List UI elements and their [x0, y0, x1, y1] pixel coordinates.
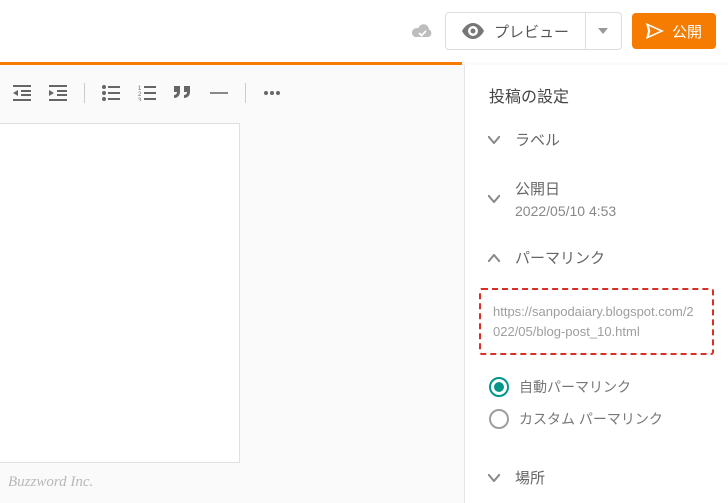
more-button[interactable]: [256, 77, 288, 109]
chevron-down-icon: [485, 474, 503, 482]
toolbar-separator: [245, 83, 246, 103]
indent-button[interactable]: [42, 77, 74, 109]
sidebar-title: 投稿の設定: [465, 83, 728, 115]
svg-text:3: 3: [138, 98, 142, 101]
label-text: ラベル: [515, 129, 708, 150]
preview-label: プレビュー: [494, 21, 569, 42]
chevron-down-icon: [485, 136, 503, 144]
sidebar-section-publishdate[interactable]: 公開日 2022/05/10 4:53: [465, 164, 728, 233]
chevron-down-icon: [485, 195, 503, 203]
publish-button[interactable]: 公開: [632, 13, 716, 49]
editor-canvas[interactable]: [0, 123, 240, 463]
sidebar-section-labels[interactable]: ラベル: [465, 115, 728, 164]
sidebar-section-permalink[interactable]: パーマリンク: [465, 233, 728, 282]
send-icon: [646, 23, 664, 39]
bullet-list-button[interactable]: [95, 77, 127, 109]
radio-selected-icon: [489, 377, 509, 397]
publish-date-value: 2022/05/10 4:53: [515, 203, 708, 219]
horizontal-rule-button[interactable]: [203, 77, 235, 109]
quote-button[interactable]: [167, 77, 199, 109]
publish-date-label: 公開日: [515, 178, 708, 199]
radio-unselected-icon: [489, 409, 509, 429]
outdent-button[interactable]: [6, 77, 38, 109]
radio-auto-label: 自動パーマリンク: [519, 377, 631, 397]
location-label: 場所: [515, 467, 708, 488]
preview-dropdown-button[interactable]: [585, 13, 621, 49]
radio-auto-permalink[interactable]: 自動パーマリンク: [489, 371, 704, 403]
chevron-up-icon: [485, 254, 503, 262]
permalink-url-box: https://sanpodaiary.blogspot.com/2022/05…: [479, 288, 714, 355]
watermark: Buzzword Inc.: [8, 474, 93, 491]
sidebar-section-location[interactable]: 場所: [465, 453, 728, 502]
radio-custom-permalink[interactable]: カスタム パーマリンク: [489, 403, 704, 435]
toolbar-separator: [84, 83, 85, 103]
radio-custom-label: カスタム パーマリンク: [519, 409, 663, 429]
cloud-saved-icon: [409, 22, 435, 40]
permalink-url: https://sanpodaiary.blogspot.com/2022/05…: [493, 304, 694, 339]
eye-icon: [462, 23, 484, 39]
preview-button[interactable]: プレビュー: [446, 13, 585, 49]
publish-label: 公開: [672, 21, 702, 42]
permalink-label: パーマリンク: [515, 247, 708, 268]
caret-down-icon: [598, 28, 608, 34]
numbered-list-button[interactable]: 1 2 3: [131, 77, 163, 109]
